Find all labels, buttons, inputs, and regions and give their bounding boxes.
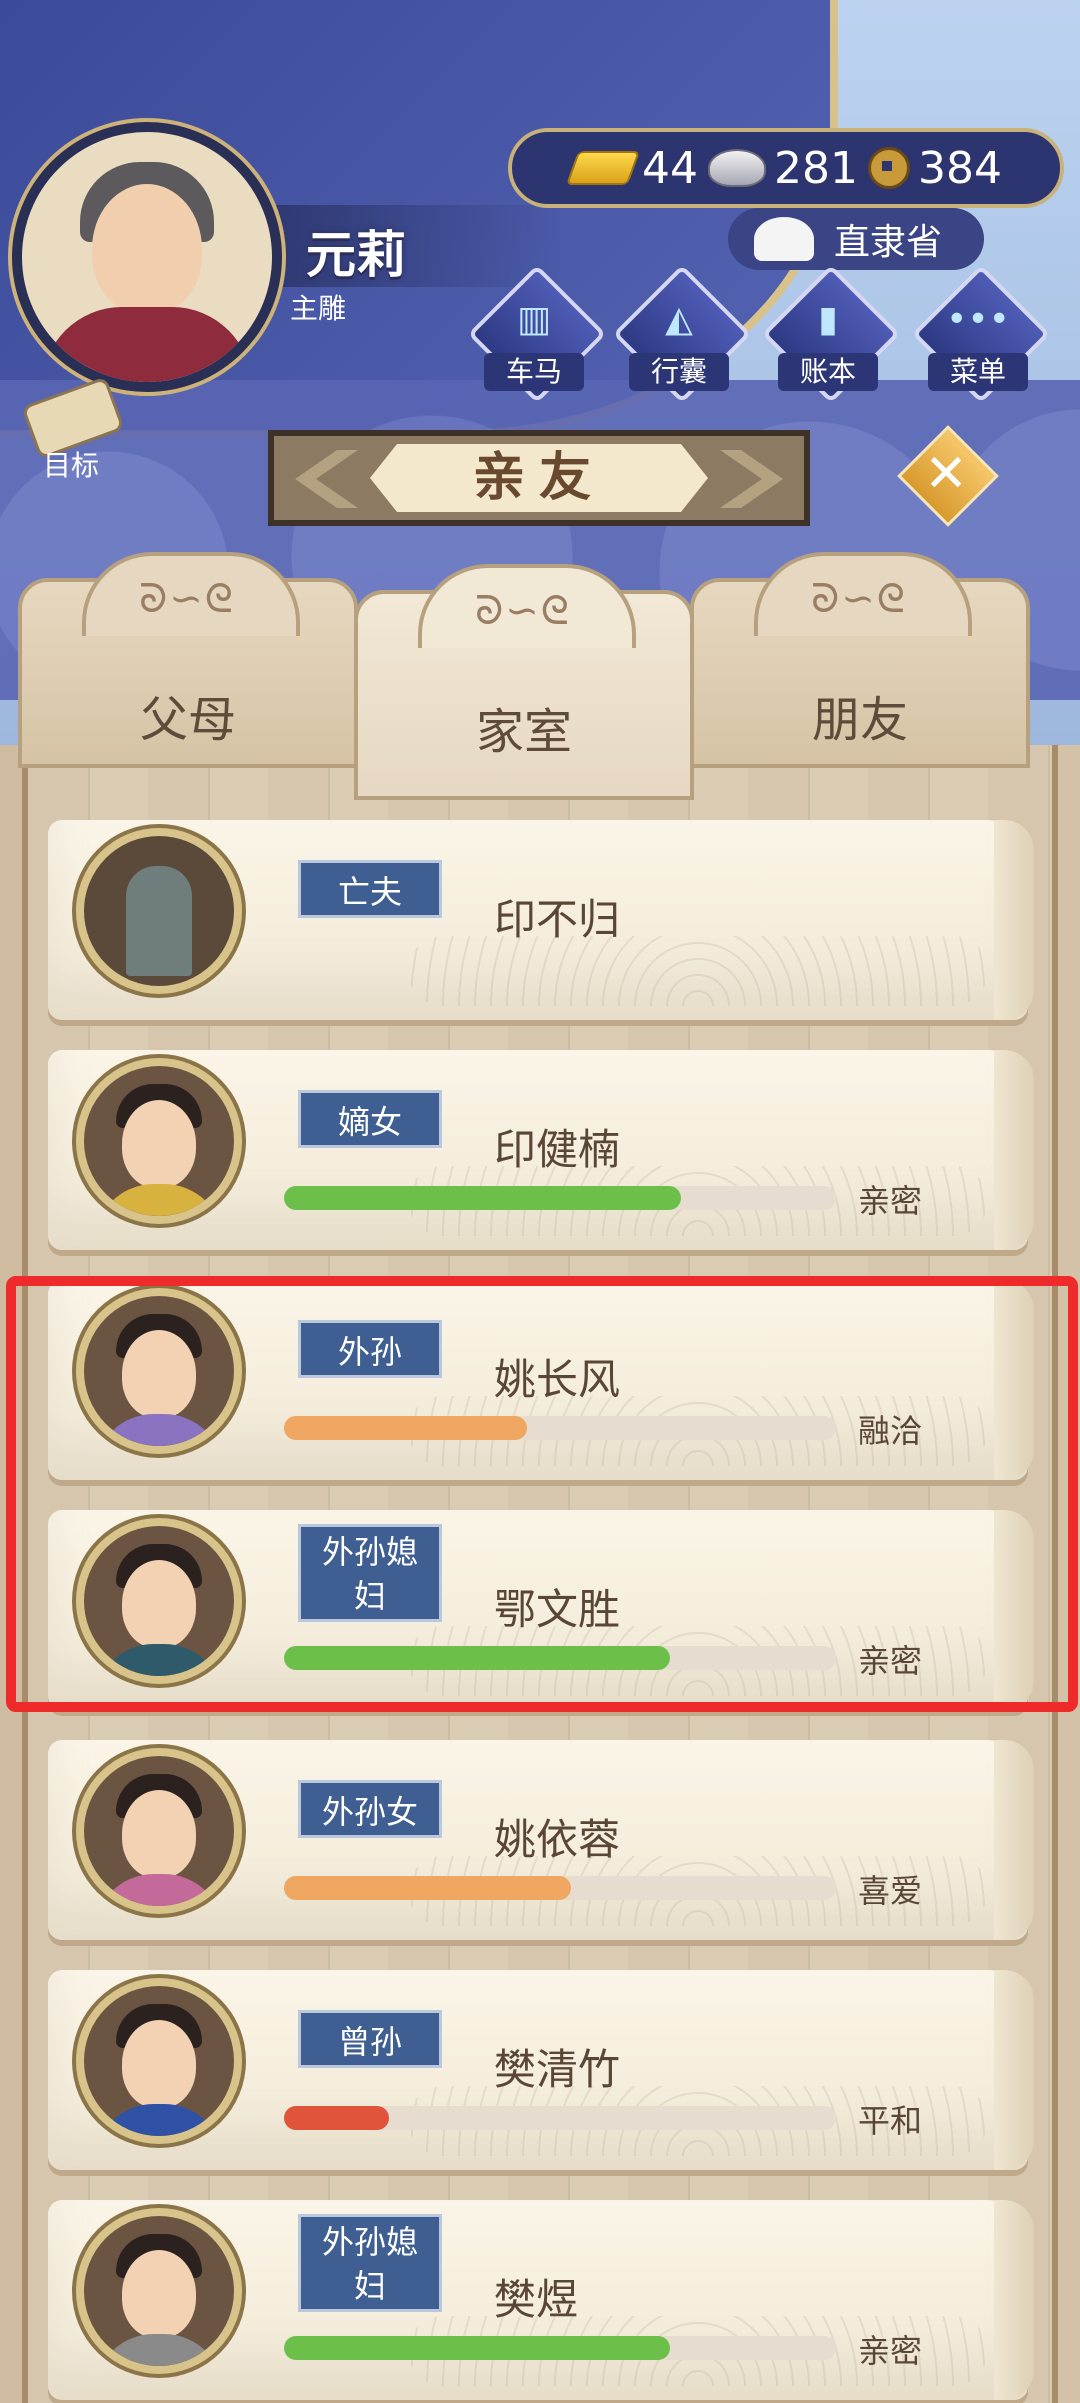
close-icon: ✕ <box>924 444 968 504</box>
player-avatar[interactable] <box>12 122 282 392</box>
member-card[interactable]: 嫡女 印健楠 亲密 <box>48 1050 1034 1250</box>
affinity-bar <box>284 2106 836 2130</box>
member-name: 印健楠 <box>494 1125 621 1174</box>
affinity-label: 亲密 <box>858 2332 923 2370</box>
gold-amount: 44 <box>642 142 698 194</box>
nav-ledger-button[interactable]: ▮ 账本 <box>761 264 901 404</box>
silver-amount: 281 <box>774 142 858 194</box>
cloud-swirl-icon: ᘐ∽ᘓ <box>811 576 907 622</box>
silver-ingot-icon <box>708 149 766 187</box>
member-card[interactable]: 外孙女 姚依蓉 喜爱 <box>48 1740 1034 1940</box>
member-name: 樊煜 <box>494 2275 579 2324</box>
tab-label: 朋友 <box>811 692 908 748</box>
tab-label: 父母 <box>139 692 236 748</box>
nav-carriage-button[interactable]: ▥ 车马 <box>467 264 607 404</box>
tab-parents[interactable]: ᘐ∽ᘓ 父母 <box>18 552 358 768</box>
player-name: 元莉 <box>306 226 406 284</box>
gold-ingot-icon <box>565 151 641 185</box>
nav-label: 菜单 <box>928 353 1028 391</box>
selection-highlight-box <box>6 1276 1078 1712</box>
relation-tag: 外孙媳 妇 <box>298 2214 442 2312</box>
member-card[interactable]: 亡夫 印不归 <box>48 820 1034 1020</box>
member-card[interactable]: 外孙媳 妇 樊煜 亲密 <box>48 2200 1034 2400</box>
member-avatar <box>76 1058 242 1224</box>
tab-friends[interactable]: ᘐ∽ᘓ 朋友 <box>690 552 1030 768</box>
coin-amount: 384 <box>917 142 1002 194</box>
location-button[interactable]: 直隶省 <box>728 208 984 270</box>
affinity-bar <box>284 2336 836 2360</box>
nav-label: 行囊 <box>629 353 729 391</box>
cloud-swirl-icon: ᘐ∽ᘓ <box>139 576 235 622</box>
close-button[interactable]: ✕ <box>897 425 999 527</box>
relation-tag: 曾孙 <box>298 2010 442 2068</box>
nav-label: 账本 <box>778 353 878 391</box>
member-avatar <box>76 2208 242 2374</box>
member-avatar <box>76 1748 242 1914</box>
goal-label: 目标 <box>42 449 99 482</box>
panel-title: 亲友 <box>472 448 605 508</box>
copper-coin-icon <box>867 147 910 189</box>
relation-tag: 外孙女 <box>298 1780 442 1838</box>
panel-title-plaque: 亲友 <box>268 430 810 526</box>
relation-tag-line: 外孙媳 <box>321 2223 418 2261</box>
tab-label: 家室 <box>475 704 572 760</box>
member-name: 姚依蓉 <box>494 1815 621 1864</box>
location-label: 直隶省 <box>834 222 943 263</box>
goal-button[interactable]: 目标 <box>16 376 126 482</box>
affinity-label: 平和 <box>858 2102 923 2140</box>
nav-bag-button[interactable]: ◭ 行囊 <box>612 264 752 404</box>
relation-tag: 嫡女 <box>298 1090 442 1148</box>
affinity-bar <box>284 1876 836 1900</box>
member-card[interactable]: 曾孙 樊清竹 平和 <box>48 1970 1034 2170</box>
bag-icon: ◭ <box>665 299 693 340</box>
tab-family[interactable]: ᘐ∽ᘓ 家室 <box>354 564 694 800</box>
member-avatar <box>76 1978 242 2144</box>
relation-tag-line: 妇 <box>353 2267 386 2305</box>
teacup-icon <box>754 217 814 261</box>
ledger-icon: ▮ <box>818 299 838 340</box>
tombstone-avatar <box>76 828 242 994</box>
affinity-bar <box>284 1186 836 1210</box>
affinity-label: 喜爱 <box>858 1872 923 1910</box>
relation-tag: 亡夫 <box>298 860 442 918</box>
player-role: 主雕 <box>290 292 347 325</box>
menu-dots-icon: ••• <box>946 299 1010 340</box>
affinity-label: 亲密 <box>858 1182 923 1220</box>
member-name: 印不归 <box>494 895 621 944</box>
cloud-swirl-icon: ᘐ∽ᘓ <box>475 588 571 634</box>
nav-label: 车马 <box>484 353 584 391</box>
member-name: 樊清竹 <box>494 2045 621 2094</box>
carriage-icon: ▥ <box>516 299 551 340</box>
nav-menu-button[interactable]: ••• 菜单 <box>911 264 1051 404</box>
currency-bar: 44 281 384 <box>508 128 1064 208</box>
